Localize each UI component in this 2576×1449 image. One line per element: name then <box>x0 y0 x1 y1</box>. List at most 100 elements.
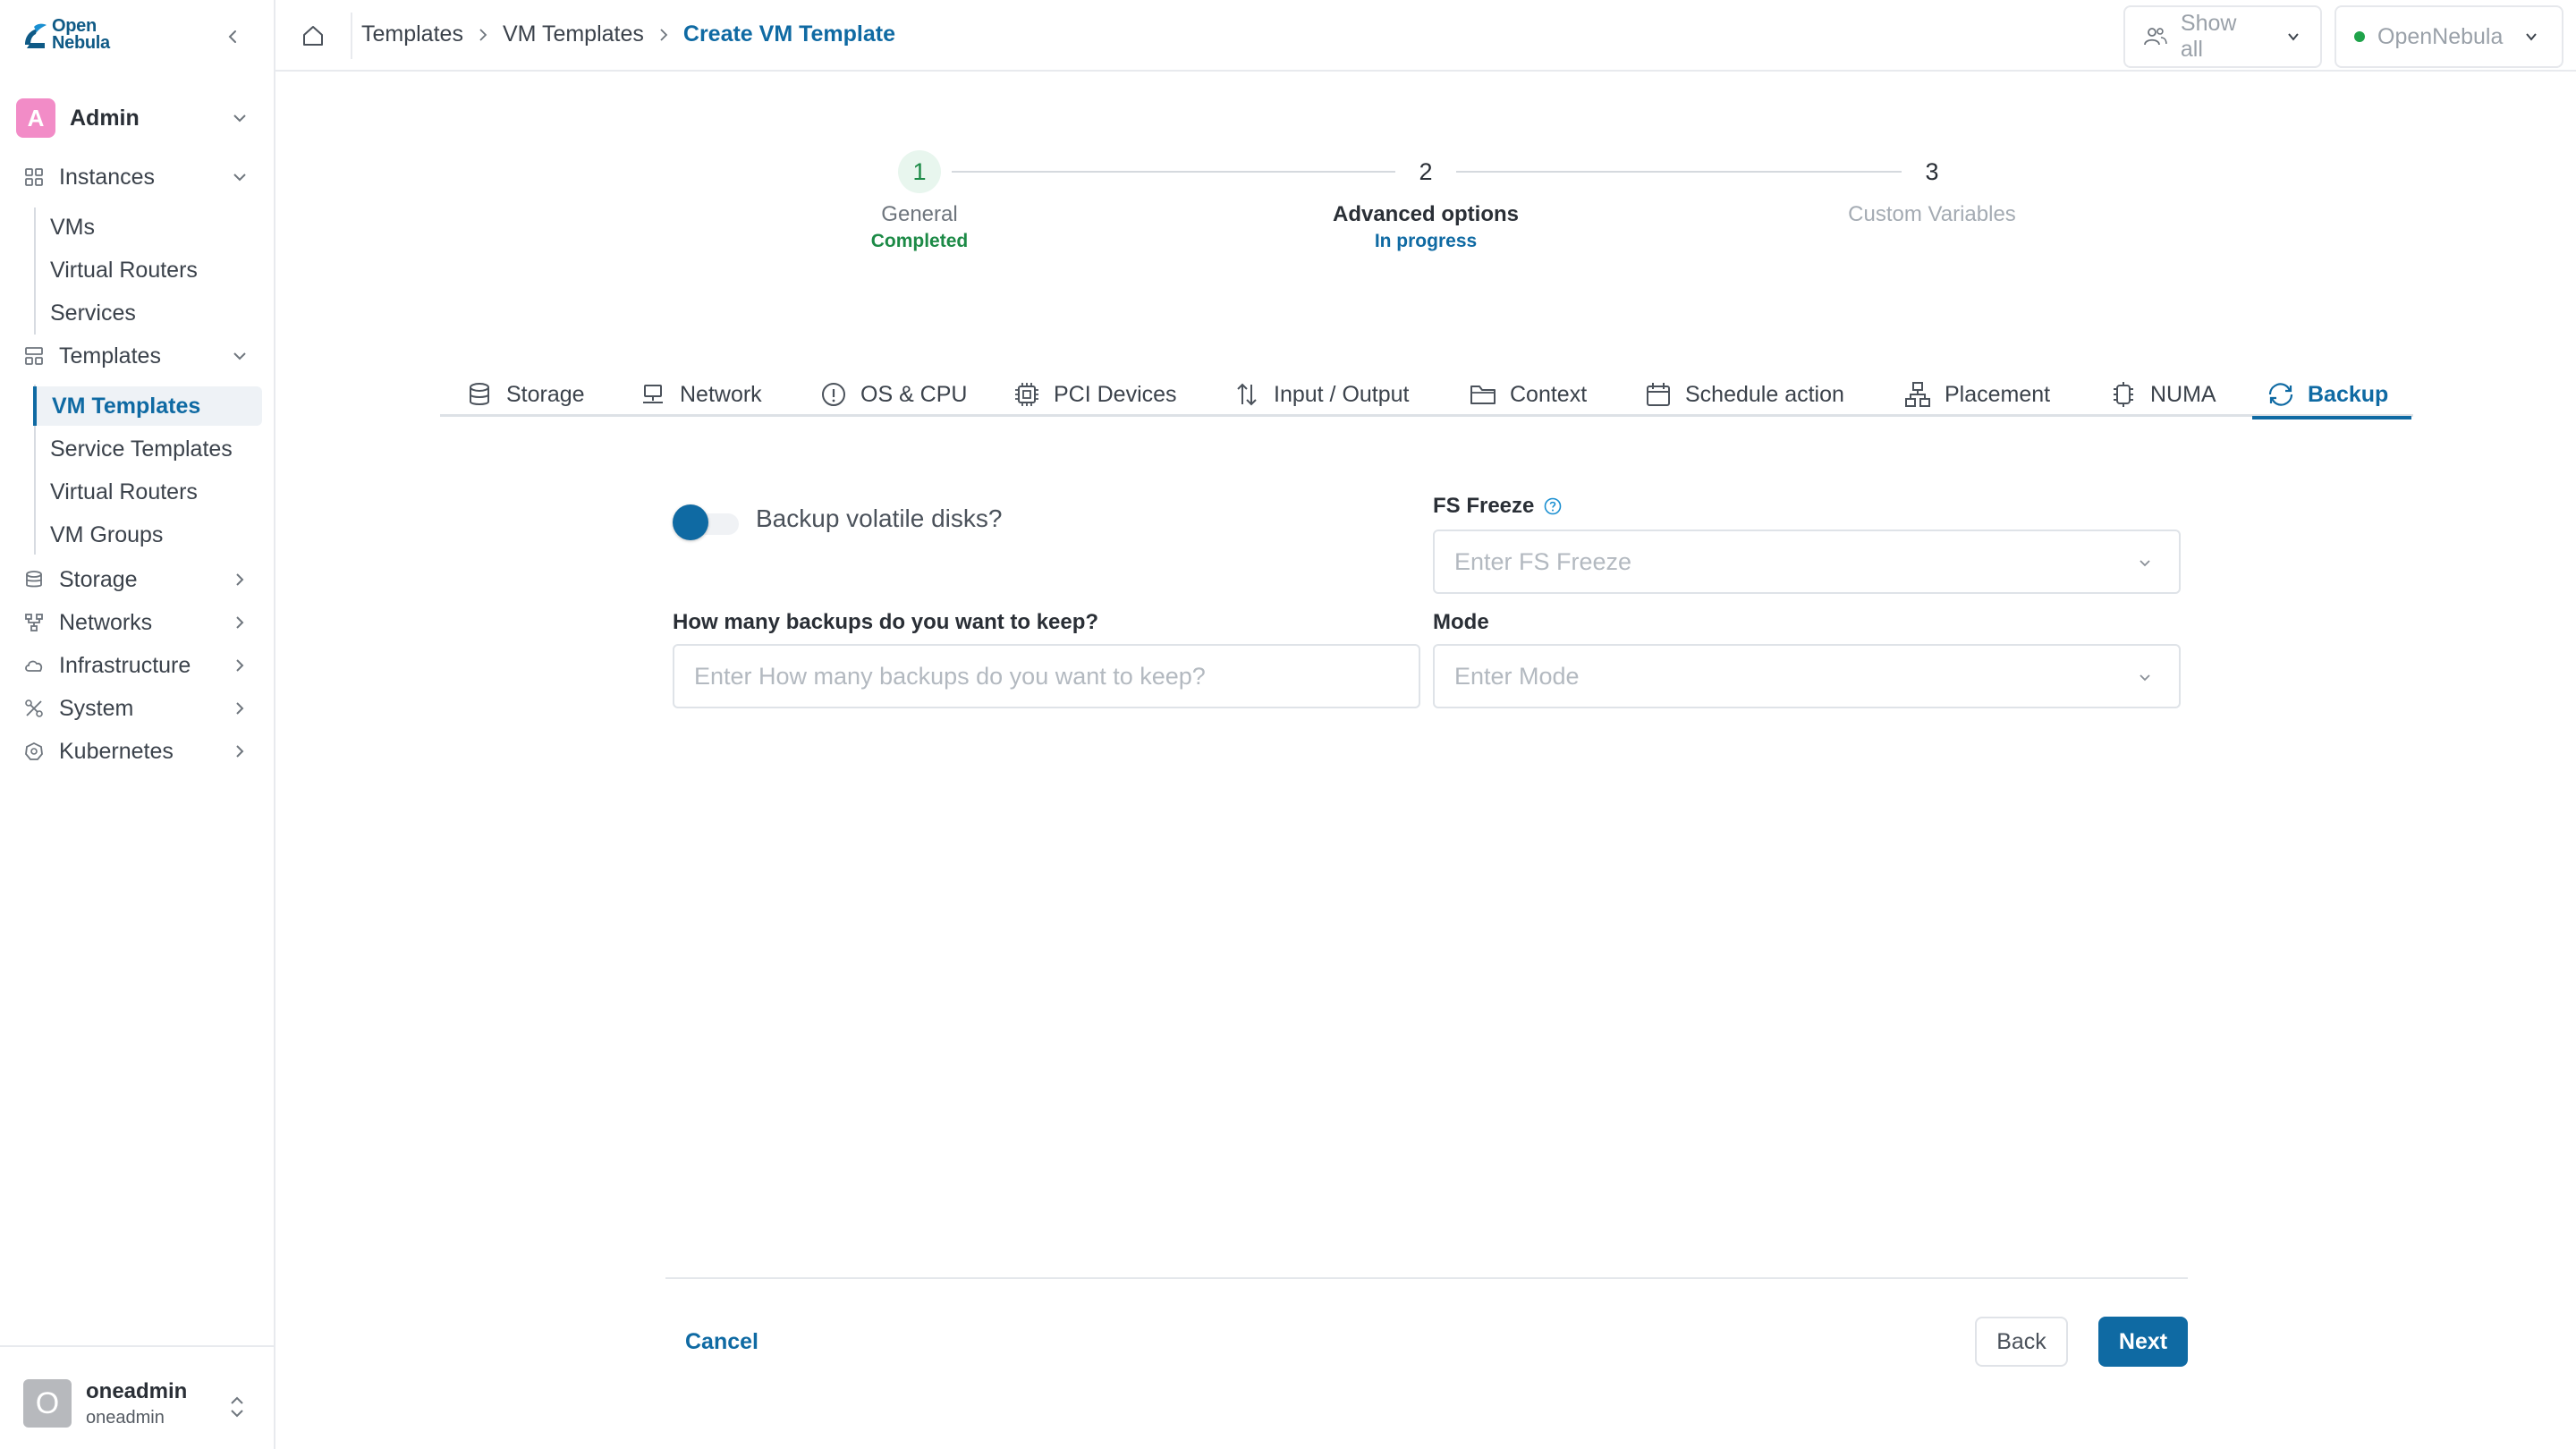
sidebar-item-templates[interactable]: Templates <box>13 336 263 376</box>
fs-freeze-label-text: FS Freeze <box>1433 494 1535 518</box>
divider <box>351 13 352 59</box>
chevron-down-icon <box>2140 674 2150 682</box>
backups-to-keep-input[interactable]: Enter How many backups do you want to ke… <box>673 644 1420 708</box>
user-menu[interactable]: O oneadmin oneadmin <box>0 1345 274 1449</box>
logo-row: Open Nebula <box>0 0 274 72</box>
home-icon <box>303 26 323 46</box>
backups-to-keep-label: How many backups do you want to keep? <box>673 610 1099 634</box>
step-number: 1 <box>898 150 941 193</box>
mode-select[interactable]: Enter Mode <box>1433 644 2181 708</box>
user-group: oneadmin <box>86 1408 165 1428</box>
sidebar-item-vms[interactable]: VMs <box>36 208 265 247</box>
breadcrumb-current: Create VM Template <box>682 21 895 47</box>
step-general[interactable]: 1 General Completed <box>785 150 1054 252</box>
tab-label: Network <box>680 381 762 407</box>
sidebar-item-instances[interactable]: Instances <box>13 157 263 197</box>
cpu-icon <box>2109 380 2138 409</box>
chevron-up-down-icon[interactable] <box>225 1392 249 1422</box>
step-number: 2 <box>1419 157 1433 185</box>
chevron-right-icon <box>236 573 244 586</box>
backup-volatile-label: Backup volatile disks? <box>756 504 1003 532</box>
opennebula-logo-icon <box>25 23 47 48</box>
cloud-icon <box>21 653 47 678</box>
tab-label: Backup <box>2308 381 2389 407</box>
sidebar-item-vm-groups[interactable]: VM Groups <box>36 515 265 555</box>
networks-icon <box>21 610 47 635</box>
sidebar-item-service-templates[interactable]: Service Templates <box>36 429 265 469</box>
tab-label: PCI Devices <box>1054 381 1177 407</box>
next-button[interactable]: Next <box>2098 1317 2188 1367</box>
users-icon <box>2144 28 2167 46</box>
sidebar-item-label: Infrastructure <box>59 652 191 678</box>
status-dot-icon <box>2354 31 2365 42</box>
sidebar-item-kubernetes[interactable]: Kubernetes <box>13 732 263 771</box>
swap-vertical-icon <box>1233 380 1261 409</box>
chevron-right-icon <box>476 28 490 42</box>
templates-submenu: VM Templates Service Templates Virtual R… <box>33 385 265 555</box>
tab-placement[interactable]: Placement <box>1903 372 2050 417</box>
fs-freeze-select[interactable]: Enter FS Freeze <box>1433 530 2181 594</box>
storage-icon <box>21 567 47 592</box>
breadcrumb: Templates VM Templates Create VM Templat… <box>361 21 895 47</box>
back-button[interactable]: Back <box>1975 1317 2068 1367</box>
admin-group-selector[interactable]: A Admin <box>13 98 263 138</box>
sidebar-item-label: System <box>59 695 134 721</box>
fs-freeze-label: FS Freeze <box>1433 494 1563 519</box>
sidebar-item-storage[interactable]: Storage <box>13 560 263 599</box>
sidebar-item-infrastructure[interactable]: Infrastructure <box>13 646 263 685</box>
backup-volatile-toggle[interactable] <box>673 503 744 542</box>
sidebar-item-services[interactable]: Services <box>36 293 265 333</box>
tab-label: Schedule action <box>1685 381 1844 407</box>
sidebar-item-virtual-routers[interactable]: Virtual Routers <box>36 250 265 290</box>
home-button[interactable] <box>295 18 331 54</box>
tab-numa[interactable]: NUMA <box>2109 372 2216 417</box>
help-icon[interactable] <box>1543 496 1563 516</box>
user-name: oneadmin <box>86 1379 188 1403</box>
chevron-down-icon <box>2288 33 2299 41</box>
hierarchy-icon <box>1903 380 1932 409</box>
opennebula-logo: Open Nebula <box>21 17 110 52</box>
chevron-down-icon <box>233 174 246 182</box>
sidebar-item-virtual-routers-templates[interactable]: Virtual Routers <box>36 472 265 512</box>
footer-divider <box>665 1277 2188 1279</box>
advanced-options-tabs: Storage Network OS & CPU PCI Devices Inp… <box>440 372 2413 419</box>
chevron-right-icon <box>236 616 244 629</box>
tab-storage[interactable]: Storage <box>465 372 585 417</box>
breadcrumb-vm-templates[interactable]: VM Templates <box>503 21 644 47</box>
tab-input-output[interactable]: Input / Output <box>1233 372 1410 417</box>
collapse-sidebar-button[interactable] <box>218 21 249 52</box>
tools-icon <box>21 696 47 721</box>
group-filter-select[interactable]: Show all <box>2123 5 2322 68</box>
step-advanced-options[interactable]: 2 Advanced options In progress <box>1292 150 1560 252</box>
tab-label: OS & CPU <box>860 381 968 407</box>
breadcrumb-templates[interactable]: Templates <box>361 21 463 47</box>
sidebar-item-vm-templates[interactable]: VM Templates <box>33 386 262 426</box>
zone-select[interactable]: OpenNebula <box>2334 5 2563 68</box>
top-bar: Templates VM Templates Create VM Templat… <box>275 0 2576 72</box>
chevron-right-icon <box>657 28 671 42</box>
chevron-down-icon <box>2140 560 2150 567</box>
cancel-button[interactable]: Cancel <box>664 1317 780 1367</box>
tab-context[interactable]: Context <box>1469 372 1587 417</box>
sidebar-item-label: Kubernetes <box>59 738 174 764</box>
tab-os-cpu[interactable]: OS & CPU <box>819 372 967 417</box>
folder-icon <box>1469 380 1497 409</box>
step-custom-variables[interactable]: 3 Custom Variables <box>1798 150 2066 227</box>
toggle-knob <box>673 504 708 540</box>
fs-freeze-placeholder: Enter FS Freeze <box>1454 547 1632 575</box>
mode-placeholder: Enter Mode <box>1454 662 1580 690</box>
sidebar-item-label: Instances <box>59 164 156 190</box>
sidebar-item-networks[interactable]: Networks <box>13 603 263 642</box>
chevron-right-icon <box>236 659 244 672</box>
mode-label: Mode <box>1433 610 1489 634</box>
sidebar-item-label: Templates <box>59 343 161 369</box>
chip-icon <box>1013 380 1041 409</box>
sidebar-item-label: Networks <box>59 609 153 635</box>
tab-backup[interactable]: Backup <box>2251 372 2412 419</box>
admin-label: Admin <box>70 105 140 131</box>
tab-schedule-action[interactable]: Schedule action <box>1644 372 1844 417</box>
tab-network[interactable]: Network <box>639 372 762 417</box>
sidebar-item-system[interactable]: System <box>13 689 263 728</box>
chevron-down-icon <box>233 352 246 360</box>
tab-pci-devices[interactable]: PCI Devices <box>1013 372 1177 417</box>
